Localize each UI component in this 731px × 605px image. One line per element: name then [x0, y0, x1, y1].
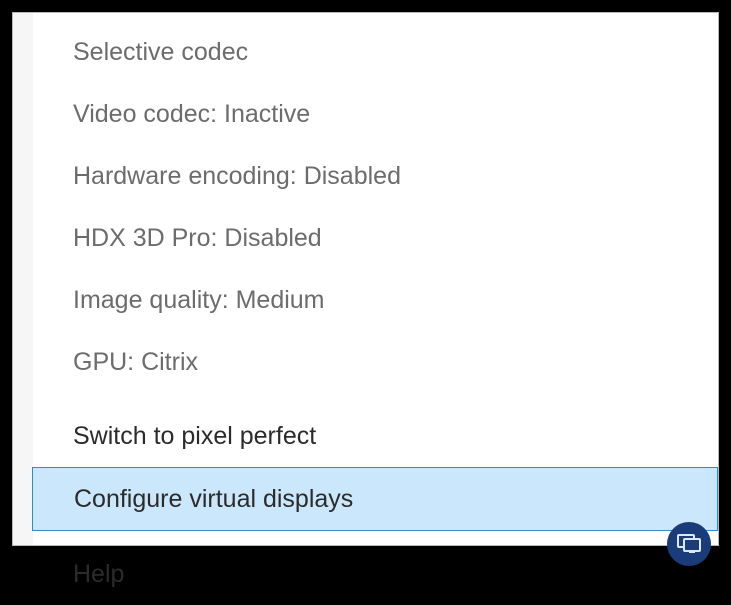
- configure-virtual-displays-item[interactable]: Configure virtual displays: [32, 467, 718, 531]
- menu-gutter: [13, 13, 33, 545]
- context-menu: Selective codec Video codec: Inactive Ha…: [33, 13, 718, 545]
- status-image-quality: Image quality: Medium: [33, 269, 718, 331]
- status-hdx-3d-pro: HDX 3D Pro: Disabled: [33, 207, 718, 269]
- citrix-hdx-tray-icon[interactable]: [667, 522, 711, 566]
- status-video-codec: Video codec: Inactive: [33, 83, 718, 145]
- status-selective-codec: Selective codec: [33, 21, 718, 83]
- switch-pixel-perfect-item[interactable]: Switch to pixel perfect: [33, 405, 718, 467]
- status-hardware-encoding: Hardware encoding: Disabled: [33, 145, 718, 207]
- help-item[interactable]: Help: [33, 543, 718, 605]
- monitor-icon: [676, 531, 702, 557]
- status-gpu: GPU: Citrix: [33, 331, 718, 393]
- context-menu-panel: Selective codec Video codec: Inactive Ha…: [12, 12, 719, 546]
